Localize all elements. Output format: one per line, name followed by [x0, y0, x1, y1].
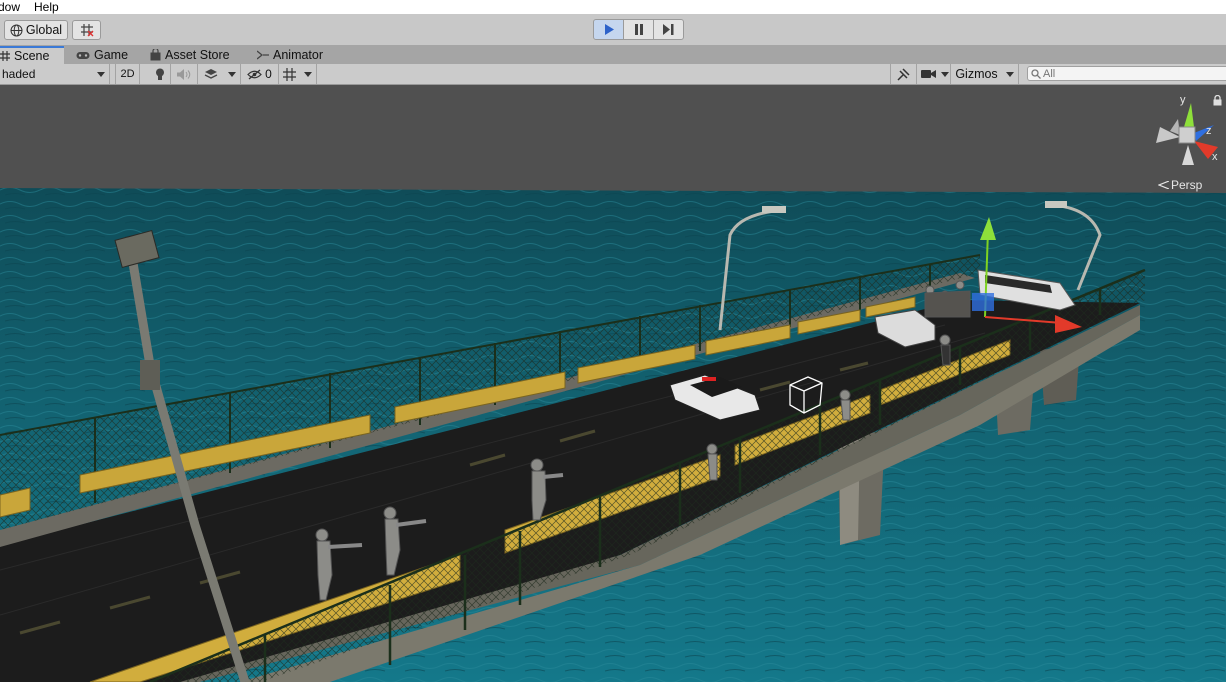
- scene-search-field[interactable]: [1027, 66, 1226, 81]
- menu-window[interactable]: dow: [0, 0, 20, 14]
- shading-mode-dropdown[interactable]: haded: [0, 64, 110, 84]
- lighting-toggle[interactable]: [149, 64, 171, 84]
- camera-settings-button[interactable]: [917, 64, 939, 84]
- pause-button[interactable]: [623, 19, 654, 40]
- axis-z-label: z: [1206, 125, 1212, 137]
- tab-asset-store[interactable]: Asset Store: [144, 46, 244, 64]
- toggle-2d-button[interactable]: 2D: [115, 64, 140, 84]
- wrench-icon: [897, 67, 910, 81]
- speaker-icon: [177, 68, 191, 80]
- chevron-down-icon: [97, 71, 105, 77]
- step-icon: [663, 24, 674, 35]
- grid-dropdown[interactable]: [299, 64, 317, 84]
- chevron-down-icon: [940, 71, 949, 77]
- tab-scene-label: Scene: [14, 49, 50, 63]
- scene-toolbar: haded 2D 0 Gizmos: [0, 64, 1226, 85]
- projection-label: Persp: [1171, 178, 1203, 192]
- grid-toggle[interactable]: [279, 64, 299, 84]
- gizmos-dropdown[interactable]: [1002, 64, 1019, 84]
- search-icon: [1031, 68, 1041, 79]
- eye-slash-icon: [247, 68, 263, 80]
- tab-animator-label: Animator: [273, 48, 324, 62]
- menu-bar: dow Help: [0, 0, 1226, 14]
- hidden-objects-count: 0: [265, 67, 272, 81]
- tools-toggle[interactable]: [890, 64, 917, 84]
- menu-help[interactable]: Help: [30, 0, 59, 14]
- perspective-icon: [1158, 181, 1169, 189]
- play-icon: [604, 24, 614, 35]
- tab-animator[interactable]: Animator: [251, 46, 341, 64]
- gizmos-button[interactable]: Gizmos: [951, 64, 1002, 84]
- tab-game-label: Game: [94, 48, 129, 62]
- global-label: Global: [25, 23, 63, 37]
- play-button[interactable]: [593, 19, 624, 40]
- chevron-down-icon: [303, 71, 312, 77]
- global-toggle-button[interactable]: Global: [4, 20, 68, 40]
- projection-toggle[interactable]: Persp: [1158, 178, 1202, 192]
- step-button[interactable]: [653, 19, 684, 40]
- shading-mode-label: haded: [2, 67, 36, 81]
- pause-icon: [634, 24, 643, 35]
- grid-snap-button[interactable]: [72, 20, 101, 40]
- effects-dropdown[interactable]: [223, 64, 241, 84]
- search-input[interactable]: [1041, 67, 1213, 80]
- gamepad-icon: [76, 51, 90, 59]
- video-camera-icon: [920, 70, 936, 78]
- axis-y-label: y: [1180, 94, 1186, 106]
- camera-dropdown[interactable]: [939, 64, 951, 84]
- scene-viewport[interactable]: y z x Persp: [0, 85, 1226, 682]
- chevron-down-icon: [227, 71, 236, 77]
- sky: [0, 85, 1226, 195]
- tab-game[interactable]: Game: [70, 46, 140, 64]
- effects-toggle[interactable]: [198, 64, 223, 84]
- axis-x-label: x: [1212, 151, 1218, 163]
- light-bulb-icon: [155, 68, 164, 80]
- scene-visibility-toggle[interactable]: 0: [241, 64, 279, 84]
- scene-hash-icon: [0, 51, 10, 61]
- chevron-down-icon: [1006, 71, 1014, 77]
- audio-toggle[interactable]: [171, 64, 198, 84]
- lock-icon[interactable]: [1213, 95, 1222, 106]
- bag-icon: [150, 49, 161, 61]
- grid-snap-icon: [80, 24, 93, 37]
- grid-icon: [282, 67, 296, 81]
- effects-layers-icon: [204, 69, 217, 79]
- editor-tab-strip: Scene Game Asset Store Animator: [0, 45, 1226, 64]
- tab-asset-store-label: Asset Store: [165, 48, 230, 62]
- globe-icon: [10, 24, 23, 36]
- scene-render: [0, 85, 1226, 682]
- playback-controls: [593, 19, 684, 41]
- tab-scene[interactable]: Scene: [0, 46, 64, 64]
- animator-icon: [257, 50, 269, 60]
